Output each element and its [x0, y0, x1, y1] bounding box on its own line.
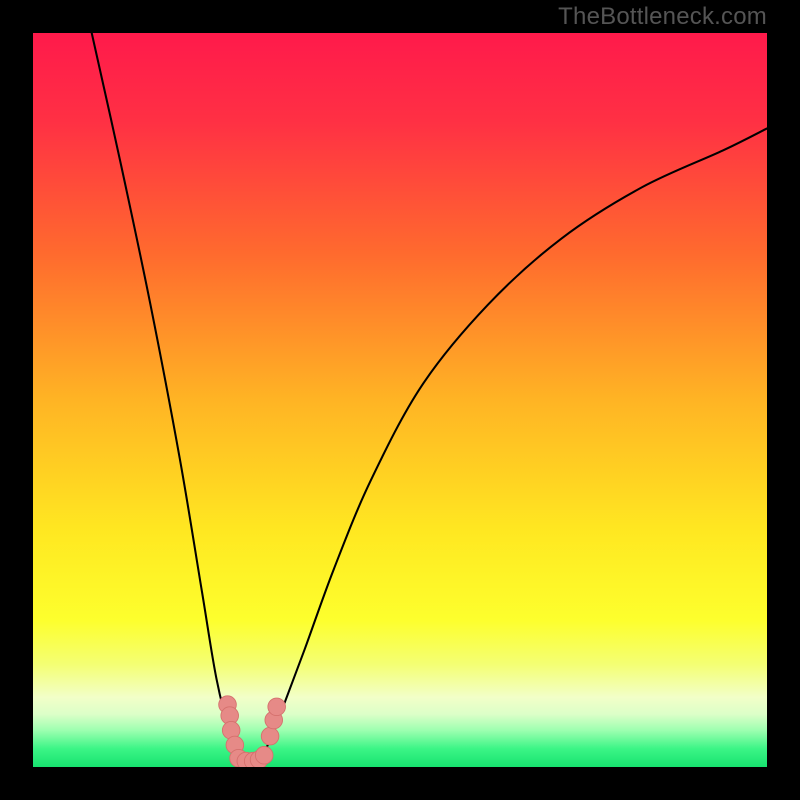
- curve-layer: [33, 33, 767, 767]
- bottleneck-curve: [92, 33, 767, 766]
- marker-cluster: [219, 696, 286, 767]
- outer-frame: TheBottleneck.com: [0, 0, 800, 800]
- watermark-text: TheBottleneck.com: [558, 3, 767, 31]
- marker-dot: [261, 727, 279, 745]
- plot-area: [33, 33, 767, 767]
- marker-dot: [255, 746, 273, 764]
- marker-dot: [268, 698, 286, 716]
